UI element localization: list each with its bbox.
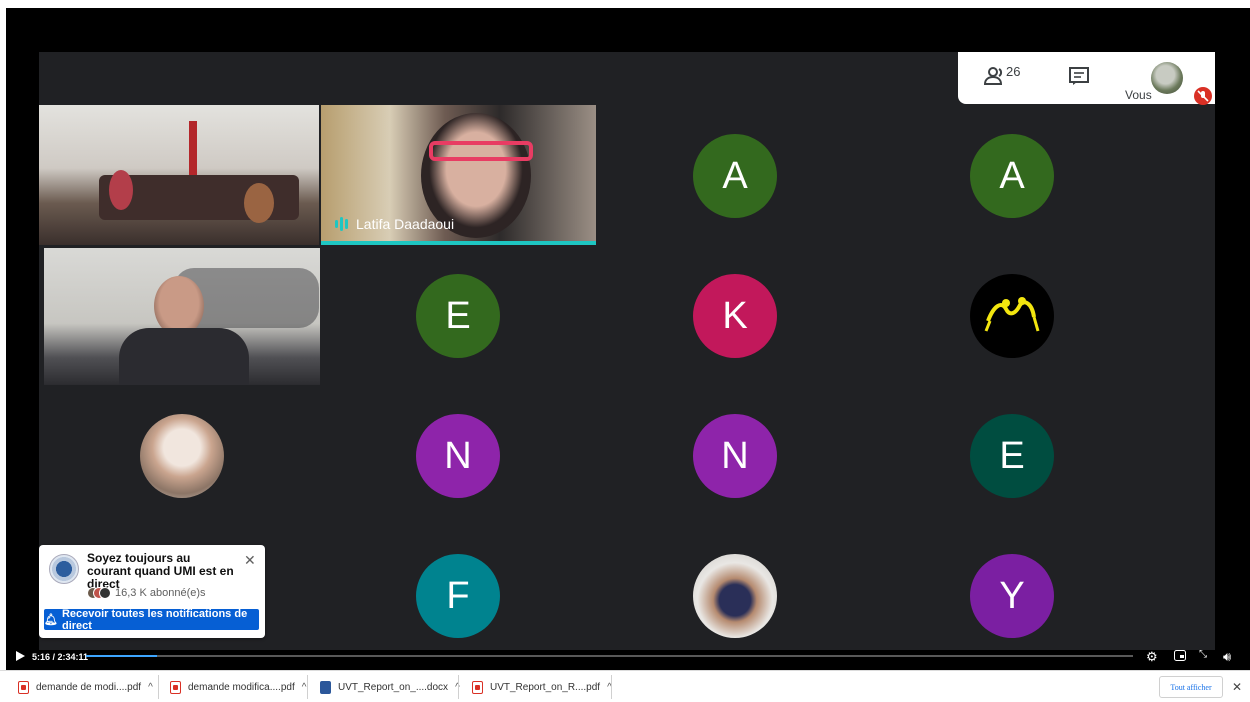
fullscreen-exit-icon[interactable]: ⤡ bbox=[1199, 649, 1207, 660]
mic-off-icon bbox=[1194, 87, 1212, 105]
pdf-file-icon bbox=[18, 680, 29, 694]
channel-logo bbox=[49, 554, 79, 584]
participant-avatar: E bbox=[970, 414, 1054, 498]
speaker-name: Latifa Daadaoui bbox=[356, 216, 455, 232]
subscriber-avatar bbox=[99, 587, 111, 599]
divider bbox=[458, 675, 459, 699]
pdf-file-icon bbox=[472, 680, 483, 694]
participant-avatar: N bbox=[693, 414, 777, 498]
self-label: Vous bbox=[1125, 88, 1152, 102]
subscribe-notifications-button[interactable]: 🔔︎ Recevoir toutes les notifications de … bbox=[44, 608, 259, 632]
download-bar: demande de modi....pdf ^ demande modific… bbox=[0, 670, 1250, 702]
player-controls: 5:16 / 2:34:11 ⚙ ⤡ 🔊︎ bbox=[6, 646, 1250, 668]
settings-icon[interactable]: ⚙ bbox=[1146, 649, 1158, 665]
participant-avatar: Y bbox=[970, 554, 1054, 638]
progress-fill bbox=[86, 655, 158, 657]
divider bbox=[611, 675, 612, 699]
participant-avatar-logo bbox=[970, 274, 1054, 358]
download-item[interactable]: UVT_Report_on_....docx ^ bbox=[320, 678, 460, 696]
participant-avatar: K bbox=[693, 274, 777, 358]
pdf-file-icon bbox=[170, 680, 181, 694]
divider bbox=[307, 675, 308, 699]
participant-figure bbox=[109, 170, 133, 210]
live-notification-popup: Soyez toujours au courant quand UMI est … bbox=[39, 545, 265, 638]
flag-decoration bbox=[189, 121, 197, 176]
video-tile-active-speaker: Latifa Daadaoui bbox=[321, 105, 596, 245]
participant-photo-avatar bbox=[693, 554, 777, 638]
participant-avatar: N bbox=[416, 414, 500, 498]
play-icon[interactable] bbox=[16, 651, 25, 661]
participant-avatar: E bbox=[416, 274, 500, 358]
video-tile-man bbox=[44, 248, 320, 385]
chevron-up-icon[interactable]: ^ bbox=[302, 682, 307, 693]
download-item[interactable]: UVT_Report_on_R....pdf ^ bbox=[472, 678, 612, 696]
participant-avatar: F bbox=[416, 554, 500, 638]
notification-title: Soyez toujours au courant quand UMI est … bbox=[87, 551, 234, 591]
progress-bar[interactable] bbox=[86, 655, 1133, 657]
divider bbox=[158, 675, 159, 699]
docx-file-icon bbox=[320, 680, 331, 694]
participant-avatar: A bbox=[693, 134, 777, 218]
show-all-button[interactable]: Tout afficher bbox=[1159, 676, 1223, 698]
subscriber-info: 16,3 K abonné(e)s bbox=[87, 587, 206, 599]
chevron-up-icon[interactable]: ^ bbox=[148, 682, 153, 693]
people-icon bbox=[984, 67, 1003, 85]
participant-avatar: A bbox=[970, 134, 1054, 218]
close-icon[interactable]: ✕ bbox=[244, 552, 256, 569]
close-icon[interactable]: ✕ bbox=[1232, 680, 1242, 694]
glasses-decoration bbox=[429, 141, 533, 161]
participants-button[interactable] bbox=[984, 66, 1008, 86]
chat-button[interactable] bbox=[1069, 67, 1089, 86]
time-display: 5:16 / 2:34:11 bbox=[32, 652, 89, 662]
miniplayer-icon[interactable] bbox=[1174, 649, 1186, 664]
subscriber-count: 16,3 K abonné(e)s bbox=[115, 587, 206, 599]
participant-photo-avatar bbox=[140, 414, 224, 498]
bell-icon: 🔔︎ bbox=[44, 614, 58, 626]
speaker-name-label: Latifa Daadaoui bbox=[335, 216, 454, 232]
volume-icon[interactable]: 🔊︎ bbox=[1223, 649, 1231, 665]
video-tile-conference-room bbox=[39, 105, 319, 245]
chat-icon bbox=[1069, 67, 1089, 85]
self-avatar bbox=[1151, 62, 1183, 94]
participant-count: 26 bbox=[1006, 64, 1021, 79]
logo-icon bbox=[984, 297, 1040, 332]
participant-figure bbox=[244, 183, 274, 223]
download-item[interactable]: demande modifica....pdf ^ bbox=[170, 678, 306, 696]
download-item[interactable]: demande de modi....pdf ^ bbox=[18, 678, 153, 696]
participant-face bbox=[154, 276, 204, 336]
audio-level-icon bbox=[335, 217, 348, 231]
participant-body bbox=[119, 328, 249, 385]
